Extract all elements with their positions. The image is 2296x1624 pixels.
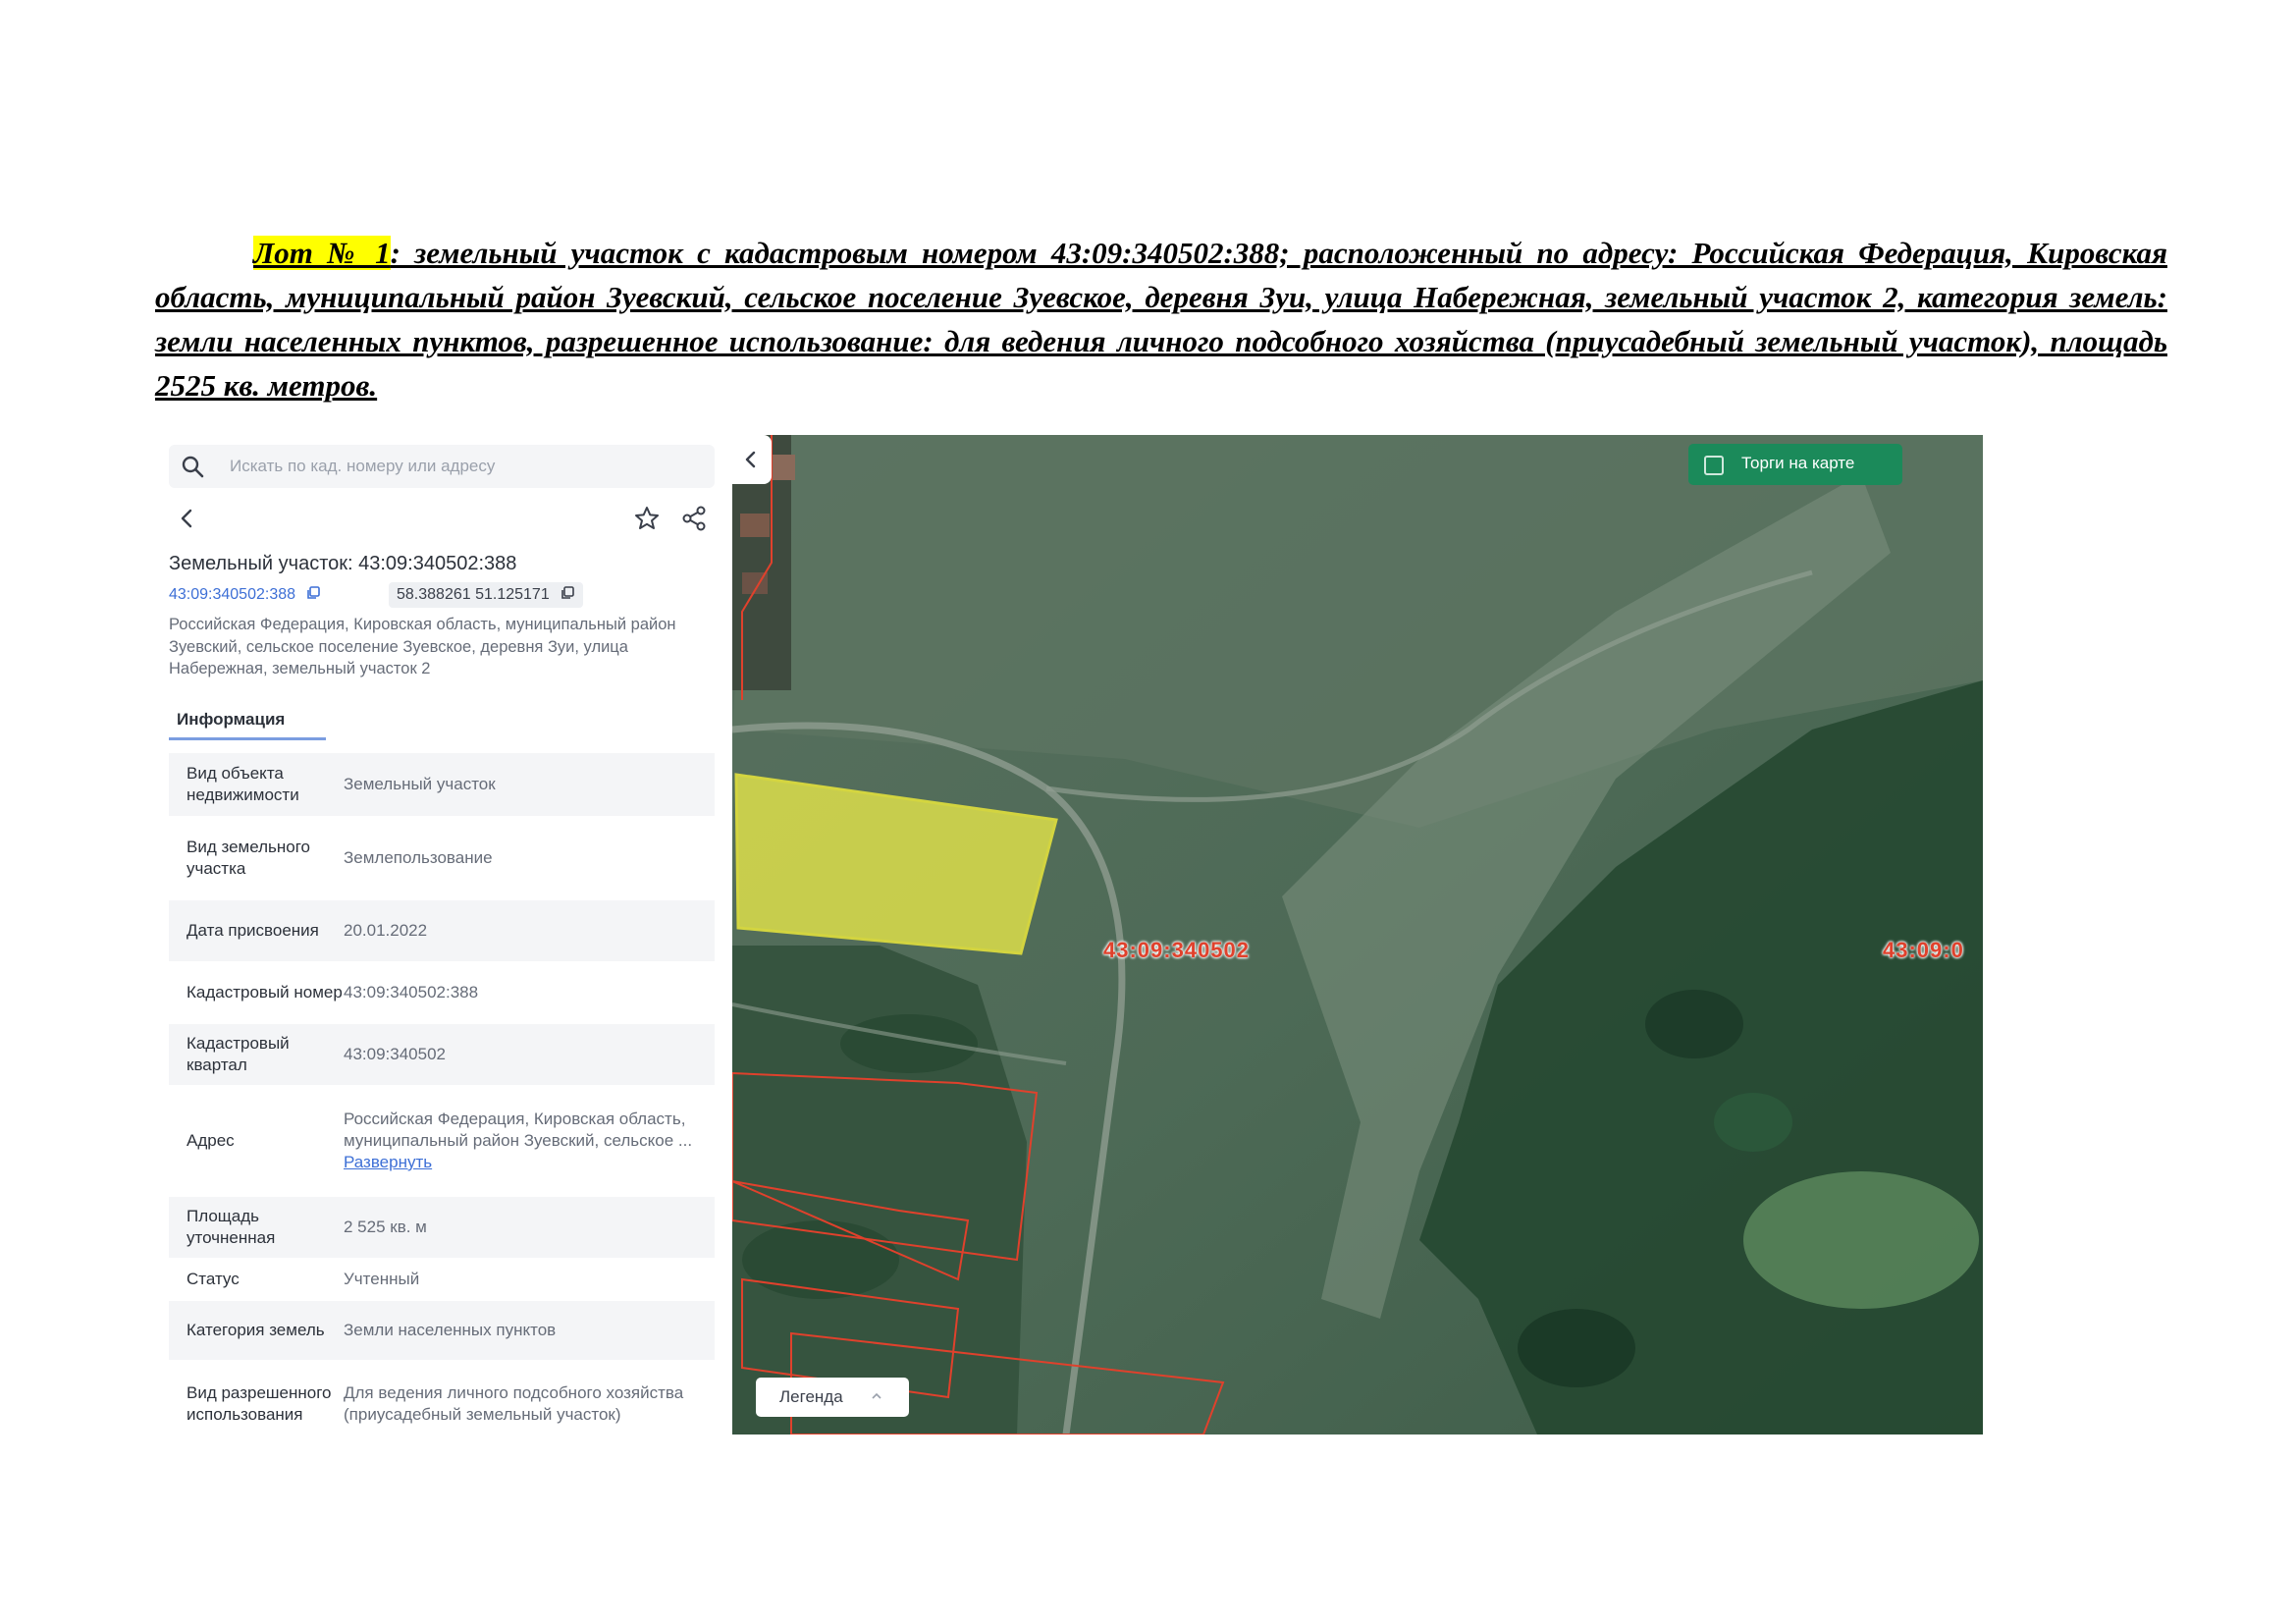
legend-label: Легенда [779, 1387, 843, 1406]
parcel-address: Российская Федерация, Кировская область,… [169, 616, 676, 677]
lot-description: Лот № 1: земельный участок с кадастровым… [155, 231, 2167, 407]
share-button[interactable] [675, 500, 713, 537]
share-icon [682, 506, 706, 531]
coords-chip[interactable]: 58.388261 51.125171 [389, 582, 584, 608]
row-value: 43:09:340502:388 [344, 983, 479, 1001]
row-label: Категория земель [187, 1321, 325, 1339]
chevron-left-icon [181, 509, 192, 528]
cad-number-chip[interactable]: 43:09:340502:388 [169, 582, 321, 608]
row-label: Кадастровый квартал [187, 1034, 290, 1074]
row-label: Статус [187, 1270, 240, 1288]
row-value: 2 525 кв. м [344, 1218, 427, 1236]
parcel-title: Земельный участок: 43:09:340502:388 [169, 553, 517, 574]
row-label: Адрес [187, 1131, 235, 1150]
table-row: Кадастровый номер 43:09:340502:388 [169, 963, 715, 1024]
info-panel: Искать по кад. номеру или адресу Земельн… [159, 437, 724, 1448]
row-label: Дата присвоения [187, 921, 319, 940]
row-value: 20.01.2022 [344, 921, 428, 940]
row-value: 43:09:340502 [344, 1045, 446, 1063]
chevron-up-icon [872, 1392, 881, 1399]
back-button[interactable] [169, 500, 206, 537]
table-row: Площадь уточненная 2 525 кв. м [169, 1197, 715, 1260]
table-row: Адрес Российская Федерация, Кировская об… [169, 1087, 715, 1197]
search-input[interactable]: Искать по кад. номеру или адресу [169, 445, 715, 488]
auctions-label: Торги на карте [1741, 454, 1855, 472]
collapse-panel-button[interactable] [732, 435, 772, 484]
cad-number-text: 43:09:340502:388 [169, 586, 296, 603]
row-value: Землепользование [344, 848, 493, 867]
copy-icon[interactable] [305, 585, 321, 601]
lot-number: Лот № 1 [253, 236, 391, 270]
legend-button[interactable]: Легенда [756, 1378, 909, 1417]
row-label: Площадь уточненная [187, 1207, 276, 1247]
row-label: Кадастровый номер [187, 983, 343, 1001]
row-value: Земли населенных пунктов [344, 1321, 557, 1339]
table-row: Вид разрешенного использования Для веден… [169, 1362, 715, 1448]
satellite-map[interactable]: Торги на карте 43:09:340502 43:09:0 Леге… [732, 435, 1983, 1435]
address-short: Российская Федерация, Кировская область,… [344, 1110, 693, 1150]
table-row: Статус Учтенный [169, 1260, 715, 1301]
table-row: Вид земельного участка Землепользование [169, 818, 715, 900]
info-table: Вид объекта недвижимости Земельный участ… [169, 753, 715, 1448]
chevron-left-icon [745, 451, 756, 468]
table-row: Категория земель Земли населенных пункто… [169, 1301, 715, 1362]
tab-information[interactable]: Информация [177, 710, 285, 730]
table-row: Кадастровый квартал 43:09:340502 [169, 1024, 715, 1087]
row-value: Учтенный [344, 1270, 420, 1288]
search-placeholder: Искать по кад. номеру или адресу [230, 457, 496, 475]
row-label: Вид разрешенного использования [187, 1383, 332, 1424]
row-value: Земельный участок [344, 775, 496, 793]
row-label: Вид объекта недвижимости [187, 764, 299, 804]
coords-text: 58.388261 51.125171 [397, 586, 550, 603]
table-row: Дата присвоения 20.01.2022 [169, 900, 715, 963]
lot-text: : земельный участок с кадастровым номеро… [155, 236, 2167, 403]
star-icon [635, 507, 659, 529]
tab-underline [169, 737, 326, 740]
row-value: Для ведения личного подсобного хозяйства… [344, 1383, 684, 1424]
row-value: Российская Федерация, Кировская область,… [344, 1109, 715, 1173]
checkbox[interactable] [1704, 456, 1724, 475]
copy-icon[interactable] [560, 585, 575, 601]
expand-link[interactable]: Развернуть [344, 1152, 705, 1173]
table-row: Вид объекта недвижимости Земельный участ… [169, 753, 715, 818]
panel-toolbar [169, 498, 715, 539]
quarter-label: 43:09:0 [1883, 938, 1964, 962]
quarter-label: 43:09:340502 [1103, 938, 1251, 962]
map-imagery [732, 435, 1983, 1435]
row-label: Вид земельного участка [187, 838, 311, 878]
search-icon [182, 456, 204, 478]
favorite-button[interactable] [628, 500, 666, 537]
auctions-on-map-toggle[interactable]: Торги на карте [1688, 444, 1902, 485]
